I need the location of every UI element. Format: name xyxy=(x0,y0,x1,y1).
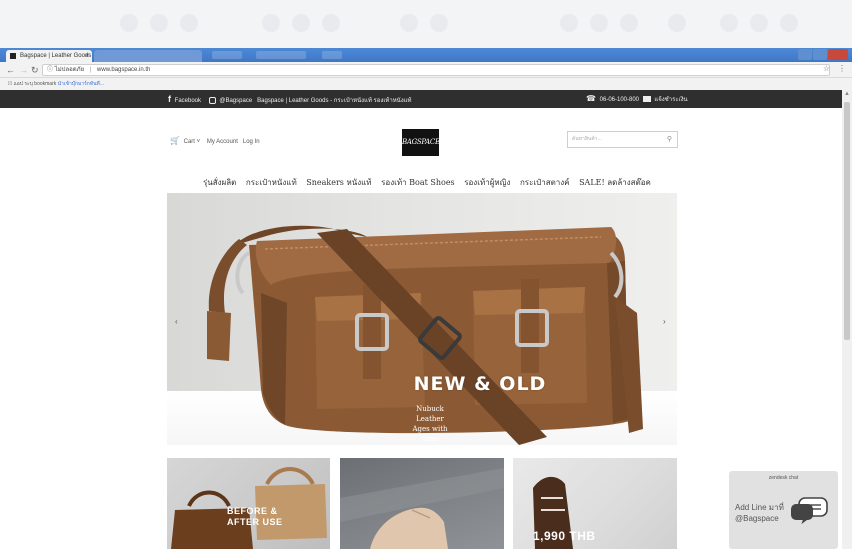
search-input[interactable]: ค้นหาสินค้า... ⚲ xyxy=(567,131,678,148)
cart-icon[interactable]: 🛒 xyxy=(170,136,180,145)
login-link[interactable]: Log In xyxy=(243,139,260,145)
bookmarks-bar: ⁞⁞⁞ แอป ระบุ bookmark นำเข้าบุ๊กมาร์กทัน… xyxy=(0,78,852,90)
tab-title: Bagspace | Leather Goods xyxy=(20,53,92,59)
apps-label[interactable]: แอป xyxy=(14,81,23,87)
category-tile-boat-shoes[interactable]: 1,990 THB xyxy=(513,458,677,549)
browser-menu-icon[interactable]: ⋮ xyxy=(838,64,846,73)
cart-link[interactable]: Cart xyxy=(184,139,195,145)
apps-icon[interactable]: ⁞⁞⁞ xyxy=(8,81,12,87)
category-tile-sneakers[interactable] xyxy=(340,458,504,549)
reload-icon[interactable]: ↻ xyxy=(31,64,39,76)
bags-image xyxy=(171,467,327,549)
facebook-link[interactable]: Facebook xyxy=(175,98,201,104)
nav-item-leather-bags[interactable]: กระเป๋าหนังแท้ xyxy=(246,178,297,187)
browser-tab-inactive[interactable] xyxy=(94,50,202,62)
search-placeholder: ค้นหาสินค้า... xyxy=(572,136,602,142)
header-account-links: 🛒 Cart ˅ My Account Log In xyxy=(170,136,260,145)
contact-links: ☎ 06-06-100-800 แจ้งชำระเงิน xyxy=(586,90,688,109)
facebook-icon[interactable]: f xyxy=(168,94,171,104)
url-text: www.bagspace.in.th xyxy=(97,67,151,73)
taskbar-blur xyxy=(322,51,342,59)
bookmarks-prompt: ระบุ bookmark xyxy=(24,81,57,87)
chevron-down-icon[interactable]: ˅ xyxy=(197,139,201,145)
browser-tab-active[interactable]: Bagspace | Leather Goods × xyxy=(6,50,92,62)
nav-item-sale[interactable]: SALE! ลดล้างสต๊อค xyxy=(579,178,651,187)
credit-card-icon xyxy=(642,96,651,103)
hero-prev-button[interactable]: ‹ xyxy=(175,317,178,326)
scrollbar-thumb[interactable] xyxy=(844,102,850,340)
back-arrow-icon[interactable]: ← xyxy=(6,64,15,76)
close-window-button[interactable] xyxy=(828,49,848,60)
line-icon[interactable] xyxy=(208,96,216,104)
nav-item-wallets[interactable]: กระเป๋าสตางค์ xyxy=(520,178,570,187)
favicon-icon xyxy=(10,53,16,59)
sneaker-image xyxy=(340,468,504,549)
scroll-up-icon[interactable]: ▲ xyxy=(844,91,850,97)
tile-label: BEFORE & AFTER USE xyxy=(227,506,283,527)
maximize-button[interactable] xyxy=(813,49,827,60)
site-top-bar: f Facebook @Bagspace Bagspace | Leather … xyxy=(0,90,842,108)
nav-item-women-shoes[interactable]: รองเท้าผู้หญิง xyxy=(464,178,510,187)
nav-item-boat-shoes[interactable]: รองเท้า Boat Shoes xyxy=(381,178,455,187)
hero-next-button[interactable]: › xyxy=(663,317,666,326)
nav-item-custom[interactable]: รุ่นสั่งผลิต xyxy=(203,178,236,187)
my-account-link[interactable]: My Account xyxy=(207,139,238,145)
tile-price: 1,990 THB xyxy=(533,529,596,543)
main-navigation: รุ่นสั่งผลิต กระเป๋าหนังแท้ Sneakers หนั… xyxy=(203,176,651,189)
site-logo[interactable]: BAGSPACE xyxy=(402,129,440,156)
payment-link[interactable]: แจ้งชำระเงิน xyxy=(654,97,687,103)
import-bookmarks-link[interactable]: นำเข้าบุ๊กมาร์กทันที... xyxy=(58,81,104,87)
desktop-background xyxy=(0,0,852,48)
taskbar-blur xyxy=(212,51,242,59)
close-tab-icon[interactable]: × xyxy=(85,50,89,62)
hero-banner[interactable]: ‹ › NEW & OLD Nubuck Leather Ages with t… xyxy=(167,193,677,445)
phone-icon: ☎ xyxy=(586,94,596,103)
category-tile-before-after[interactable]: BEFORE & AFTER USE xyxy=(167,458,330,549)
chat-text: Add Line มาที่ @Bagspace xyxy=(735,503,784,523)
social-links: f Facebook @Bagspace Bagspace | Leather … xyxy=(168,90,412,110)
search-icon[interactable]: ⚲ xyxy=(667,132,672,147)
chat-bubble-icon[interactable] xyxy=(789,496,829,526)
hero-title: NEW & OLD xyxy=(413,373,547,395)
info-icon: ⓘ xyxy=(47,67,54,73)
chat-widget[interactable]: zendesk chat Add Line มาที่ @Bagspace xyxy=(729,471,838,549)
url-security-label: ไม่ปลอดภัย xyxy=(54,67,85,73)
bookmark-star-icon[interactable]: ☆ xyxy=(823,64,830,73)
page-scrollbar[interactable]: ▲ xyxy=(842,90,852,549)
url-field[interactable]: ⓘ ไม่ปลอดภัย | www.bagspace.in.th xyxy=(42,64,830,76)
window-controls xyxy=(798,49,848,60)
phone-number[interactable]: 06-06-100-800 xyxy=(600,97,639,103)
browser-tab-bar: Bagspace | Leather Goods × xyxy=(0,48,852,62)
minimize-button[interactable] xyxy=(798,49,812,60)
nav-item-sneakers[interactable]: Sneakers หนังแท้ xyxy=(306,178,371,187)
taskbar-blur xyxy=(256,51,306,59)
hero-subtitle: Nubuck Leather Ages with time xyxy=(412,405,448,443)
line-link[interactable]: @Bagspace xyxy=(219,98,252,104)
forward-arrow-icon[interactable]: → xyxy=(19,64,28,76)
chat-header: zendesk chat xyxy=(768,475,799,481)
address-bar-row: ← → ↻ ⓘ ไม่ปลอดภัย | www.bagspace.in.th … xyxy=(0,62,852,78)
site-tagline: Bagspace | Leather Goods - กระเป๋าหนังแท… xyxy=(257,98,412,104)
